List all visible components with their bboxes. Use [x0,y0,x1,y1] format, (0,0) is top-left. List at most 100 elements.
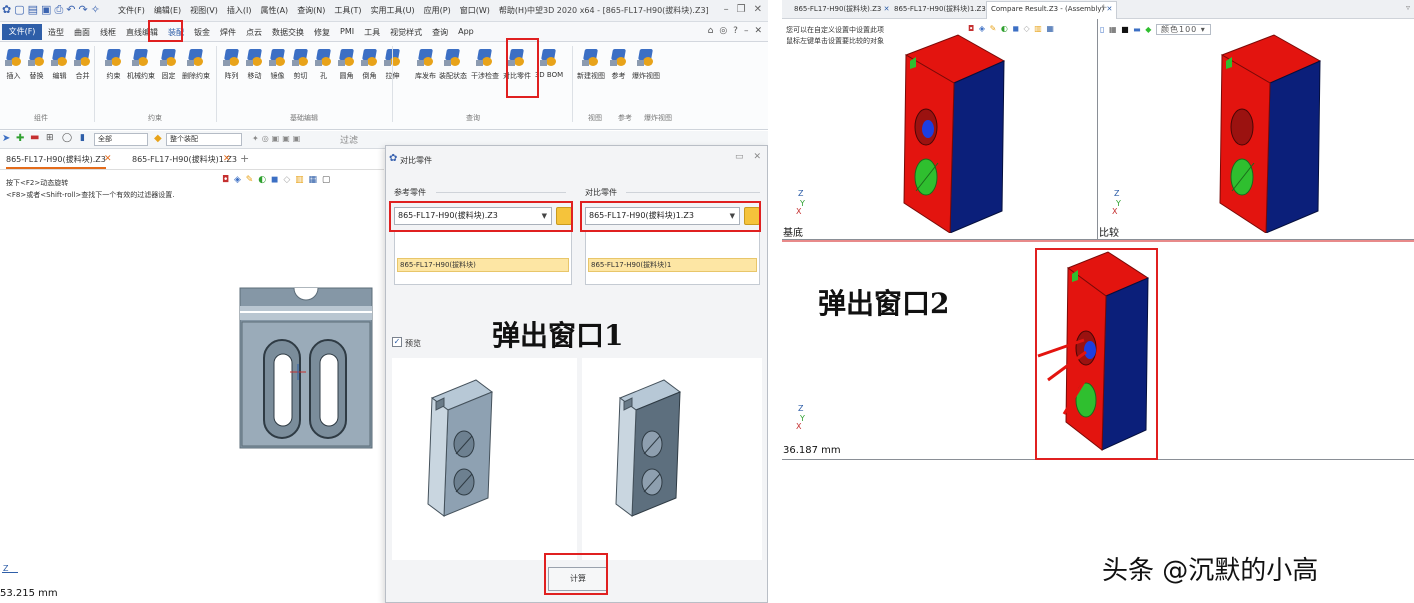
shield-icon[interactable]: ◆ [1145,25,1152,34]
shade-icon[interactable]: ◐ [1001,24,1009,33]
menu-window[interactable]: 窗口(W) [460,5,490,16]
doc-tab-active[interactable]: 865-FL17-H90(拔料块).Z3 [6,154,106,169]
menu-attributes[interactable]: 属性(A) [260,5,288,16]
close-icon[interactable]: ✕ [223,154,231,164]
display-icon[interactable]: ◈ [234,175,242,185]
menu-file[interactable]: 文件(F) [118,5,145,16]
menu-insert[interactable]: 插入(I) [227,5,252,16]
close-icon[interactable]: ✕ [884,5,890,13]
preview-checkbox[interactable]: ✓ [392,337,402,347]
ribbon-button-11[interactable]: 剪切 [289,48,312,81]
close-icon[interactable]: ✕ [754,4,762,15]
ribbon-button-8[interactable]: 阵列 [220,48,243,81]
display-icon[interactable]: ◈ [979,24,986,33]
ribbon-button-7[interactable]: 删除约束 [180,48,212,81]
right-tab-1[interactable]: 865-FL17-H90(拔料块).Z3 ✕ [794,4,889,14]
file-tab[interactable]: 文件(F) [2,24,42,40]
right-tab-2[interactable]: 865-FL17-H90(拔料块)1.Z3 ✕ [894,4,994,14]
tab-visual-style[interactable]: 视觉样式 [390,27,422,38]
close-icon[interactable]: ✕ [104,154,112,164]
reference-list-item[interactable]: 865-FL17-H90(拔料块) [397,258,569,272]
ribbon-button-18[interactable]: 干涉检查 [469,48,501,81]
render-icon[interactable]: ◼ [271,175,279,185]
grid-icon[interactable]: ⊞ [46,133,54,143]
ribbon-button-22[interactable]: 参考 [607,48,630,81]
close-doc-icon[interactable]: ✕ [754,26,762,36]
ribbon-button-4[interactable]: 约束 [102,48,125,81]
ribbon-button-21[interactable]: 新建视图 [575,48,607,81]
ribbon-button-1[interactable]: 替换 [25,48,48,81]
home-icon[interactable]: ⌂ [708,26,714,36]
menu-apps[interactable]: 应用(P) [424,5,451,16]
color-icon[interactable]: ▦ [1046,24,1055,33]
fit-icon[interactable]: ▯ [1100,25,1105,34]
ribbon-button-16[interactable]: 库发布 [414,48,437,81]
ribbon-button-5[interactable]: 机械约束 [125,48,157,81]
tab-pmi[interactable]: PMI [340,27,354,38]
snap-tools-icon[interactable]: ✦◎▣▣▣ [252,134,303,143]
layer-icon[interactable]: ▥ [295,175,305,185]
light-icon[interactable]: ◇ [1024,24,1031,33]
layer-icon[interactable]: ▦ [1109,25,1118,34]
color-icon[interactable]: ▦ [309,175,319,185]
tab-surface[interactable]: 曲面 [74,27,90,38]
ribbon-button-14[interactable]: 倒角 [358,48,381,81]
compare-part-list[interactable]: 865-FL17-H90(拔料块)1 [585,230,760,285]
tab-app[interactable]: App [458,27,474,38]
view-cube-icon[interactable]: ◘ [222,175,230,185]
ribbon-button-23[interactable]: 爆炸视图 [630,48,662,81]
ribbon-button-2[interactable]: 编辑 [48,48,71,81]
ribbon-button-6[interactable]: 固定 [157,48,180,81]
menu-query[interactable]: 查询(N) [297,5,325,16]
layer-icon[interactable]: ▥ [1034,24,1043,33]
render-icon[interactable]: ◼ [1012,24,1020,33]
tab-scroll-icon[interactable]: ▿ [1406,3,1410,12]
pin-icon[interactable]: ▭ [735,152,744,162]
reference-part-list[interactable]: 865-FL17-H90(拔料块) [394,230,572,285]
open-file-icon[interactable]: ▤ [28,3,38,17]
add-tab-icon[interactable]: + [240,152,249,165]
ribbon-button-0[interactable]: 插入 [2,48,25,81]
scale-select[interactable]: 颜色100 ▾ [1155,24,1211,35]
ribbon-button-12[interactable]: 孔 [312,48,335,81]
tab-weldment[interactable]: 焊件 [220,27,236,38]
minimize-icon[interactable]: – [724,4,729,15]
menu-help[interactable]: 帮助(H) [499,5,527,16]
tab-tools[interactable]: 工具 [364,27,380,38]
pointer-icon[interactable]: ➤ [2,133,10,144]
filter-assembly-select[interactable]: 整个装配 [166,133,242,146]
tab-point-cloud[interactable]: 点云 [246,27,262,38]
redo-icon[interactable]: ↷ [78,3,87,17]
add-tab-icon[interactable]: + [1100,3,1108,13]
settings-icon[interactable]: ✧ [91,3,100,17]
tab-data-exchange[interactable]: 数据交换 [272,27,304,38]
pen-icon[interactable]: ✎ [246,175,255,185]
menu-view[interactable]: 视图(V) [190,5,218,16]
restore-icon[interactable]: ❐ [737,4,746,15]
save-icon[interactable]: ▣ [41,3,51,17]
tab-wireframe[interactable]: 线框 [100,27,116,38]
minimize-ribbon-icon[interactable]: – [744,26,749,36]
globe-icon[interactable]: ◎ [719,26,727,36]
help-icon[interactable]: ? [733,26,738,36]
ribbon-button-10[interactable]: 镜像 [266,48,289,81]
circle-icon[interactable]: ◯ [62,133,72,143]
ribbon-button-9[interactable]: 移动 [243,48,266,81]
color-blue-icon[interactable]: ▬ [1133,25,1142,34]
color-black-icon[interactable]: ■ [1121,25,1130,34]
close-icon[interactable]: ✕ [753,152,761,162]
ribbon-button-17[interactable]: 装配状态 [437,48,469,81]
add-icon[interactable]: ✚ [16,133,24,144]
pen-icon[interactable]: ✎ [990,24,998,33]
shade-icon[interactable]: ◐ [258,175,267,185]
menu-utilities[interactable]: 实用工具(U) [371,5,415,16]
print-icon[interactable]: ⎙ [54,3,63,17]
tab-sheet-metal[interactable]: 钣金 [194,27,210,38]
right-tab-compare-result[interactable]: Compare Result.Z3 - (Assembly) ✕ [986,1,1118,19]
tab-repair[interactable]: 修复 [314,27,330,38]
remove-icon[interactable]: ▬ [30,132,39,143]
filter-all-select[interactable]: 全部 [94,133,148,146]
frame-icon[interactable]: ▢ [322,175,332,185]
ribbon-button-3[interactable]: 合并 [71,48,94,81]
new-file-icon[interactable]: ▢ [14,3,24,17]
